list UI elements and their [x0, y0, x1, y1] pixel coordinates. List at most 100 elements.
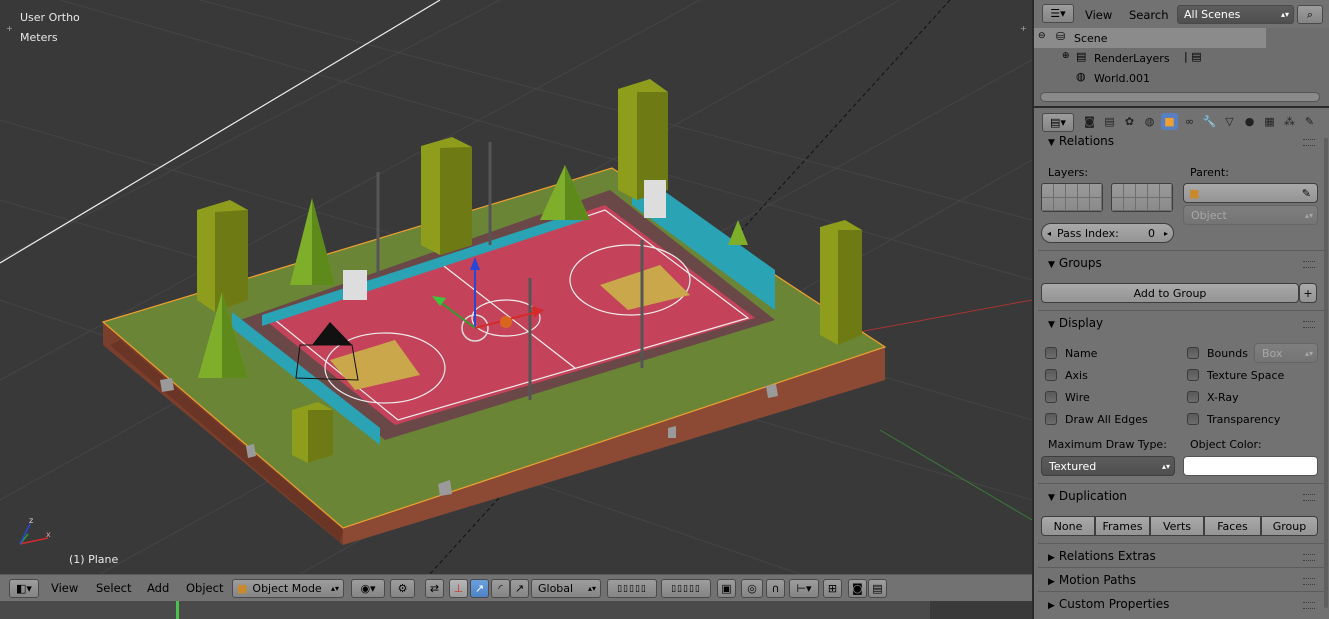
area-splitter[interactable]	[1034, 106, 1329, 108]
bounds-checkbox[interactable]	[1187, 347, 1199, 359]
motion-paths-header[interactable]: ▶ Motion Paths	[1048, 573, 1136, 587]
layers-grid-a[interactable]	[1041, 183, 1103, 212]
layers-grid-b[interactable]	[1111, 183, 1173, 212]
snap-toggle-button[interactable]: ∩	[766, 579, 785, 598]
draw-all-edges-checkbox[interactable]	[1045, 413, 1057, 425]
layer-buttons-2[interactable]: ▯▯▯▯▯	[661, 579, 711, 598]
drag-handle-icon[interactable]	[1303, 139, 1315, 146]
relations-header[interactable]: ▼ Relations	[1048, 134, 1114, 148]
wire-checkbox[interactable]	[1045, 391, 1057, 403]
scene-tab-icon[interactable]: ✿	[1121, 113, 1138, 130]
transform-manipulator-button[interactable]: ↗	[510, 579, 529, 598]
relations-extras-header[interactable]: ▶ Relations Extras	[1048, 549, 1156, 563]
drag-handle-icon[interactable]	[1303, 321, 1315, 328]
physics-tab-icon[interactable]: ✎	[1301, 113, 1318, 130]
menu-select[interactable]: Select	[96, 581, 131, 595]
snap-element-button[interactable]: ⊢▾	[789, 579, 819, 598]
outliner-menu-view[interactable]: View	[1085, 8, 1112, 22]
viewport-shading-button[interactable]: ◉▾	[351, 579, 385, 598]
drag-handle-icon[interactable]	[1303, 578, 1315, 585]
menu-add[interactable]: Add	[147, 581, 169, 595]
object-color-swatch[interactable]	[1183, 456, 1318, 476]
outliner-scrollbar[interactable]	[1040, 92, 1320, 102]
layer-buttons-1[interactable]: ▯▯▯▯▯	[607, 579, 657, 598]
snap-element-icon: ⊢▾	[796, 582, 812, 595]
display-header[interactable]: ▼ Display	[1048, 316, 1103, 330]
constraints-tab-icon[interactable]: ∞	[1181, 113, 1198, 130]
outliner-row-scene[interactable]: ⊖ ⛁ Scene	[1034, 28, 1266, 48]
groups-header[interactable]: ▼ Groups	[1048, 256, 1102, 270]
duplication-none-button[interactable]: None	[1041, 516, 1095, 536]
orientation-selector[interactable]: Global ▴▾	[531, 579, 601, 598]
custom-properties-header[interactable]: ▶ Custom Properties	[1048, 597, 1169, 611]
parent-field[interactable]: ■ ✎	[1183, 183, 1318, 203]
render-animation-button[interactable]: ▤	[868, 579, 887, 598]
pass-index-field[interactable]: ◂ Pass Index: 0 ▸	[1041, 223, 1174, 243]
duplication-faces-button[interactable]: Faces	[1204, 516, 1261, 536]
scale-manipulator-button[interactable]: ◜	[491, 579, 510, 598]
outliner-menu-search[interactable]: Search	[1129, 8, 1169, 22]
axis-checkbox[interactable]	[1045, 369, 1057, 381]
editor-type-button[interactable]: ◧▾	[9, 579, 39, 598]
outliner-search-button[interactable]: ⌕	[1297, 5, 1323, 24]
rotate-manipulator-button[interactable]: ↗	[470, 579, 489, 598]
render-tab-icon[interactable]: ◙	[1081, 113, 1098, 130]
data-tab-icon[interactable]: ▽	[1221, 113, 1238, 130]
duplication-verts-button[interactable]: Verts	[1150, 516, 1204, 536]
scene-filter-dropdown[interactable]: All Scenes ▴▾	[1177, 5, 1294, 24]
outliner-row-world[interactable]: ◍ World.001	[1034, 68, 1329, 88]
toolshelf-toggle-icon[interactable]: +	[6, 24, 13, 33]
x-ray-checkbox[interactable]	[1187, 391, 1199, 403]
add-to-group-button[interactable]: Add to Group	[1041, 283, 1299, 303]
duplication-header[interactable]: ▼ Duplication	[1048, 489, 1127, 503]
duplication-group-button[interactable]: Group	[1261, 516, 1318, 536]
parent-label: Parent:	[1190, 166, 1229, 179]
scene-render[interactable]	[0, 0, 1032, 574]
timeline-strip[interactable]	[0, 601, 1032, 619]
manipulator-toggle-button[interactable]: ⇄	[425, 579, 444, 598]
parent-type-dropdown[interactable]: Object ▴▾	[1183, 205, 1318, 225]
mode-selector[interactable]: ■ Object Mode ▴▾	[232, 579, 344, 598]
pivot-point-button[interactable]: ⚙	[390, 579, 415, 598]
expand-icon[interactable]: ⊕	[1062, 51, 1070, 61]
render-layers-tab-icon[interactable]: ▤	[1101, 113, 1118, 130]
3d-viewport[interactable]: User Ortho Meters (1) Plane x z + +	[0, 0, 1032, 574]
texture-space-checkbox[interactable]	[1187, 369, 1199, 381]
duplication-faces-label: Faces	[1217, 519, 1248, 533]
particles-tab-icon[interactable]: ⁂	[1281, 113, 1298, 130]
name-checkbox[interactable]	[1045, 347, 1057, 359]
material-tab-icon[interactable]: ●	[1241, 113, 1258, 130]
collapse-icon[interactable]: ⊖	[1038, 31, 1046, 41]
menu-object[interactable]: Object	[186, 581, 223, 595]
lock-layers-button[interactable]: ▣	[717, 579, 736, 598]
modifiers-tab-icon[interactable]: 🔧	[1201, 113, 1218, 130]
dropdown-arrow-icon: ▴▾	[1304, 210, 1313, 220]
translate-manipulator-button[interactable]: ⊥	[449, 579, 468, 598]
world-tab-icon[interactable]: ◍	[1141, 113, 1158, 130]
decrement-arrow-icon[interactable]: ◂	[1047, 229, 1051, 238]
object-tab-icon[interactable]: ■	[1161, 113, 1178, 130]
render-button[interactable]: ◙	[848, 579, 867, 598]
drag-handle-icon[interactable]	[1303, 602, 1315, 609]
properties-toggle-icon[interactable]: +	[1020, 24, 1027, 33]
proportional-edit-button[interactable]: ◎	[741, 579, 763, 598]
current-frame-marker[interactable]	[176, 601, 179, 619]
increment-arrow-icon[interactable]: ▸	[1164, 229, 1168, 238]
add-group-plus-button[interactable]: +	[1299, 283, 1317, 303]
transparency-checkbox[interactable]	[1187, 413, 1199, 425]
area-splitter[interactable]	[1032, 0, 1034, 619]
properties-scrollbar[interactable]	[1324, 138, 1328, 608]
bounds-type-dropdown[interactable]: Box ▴▾	[1254, 343, 1318, 363]
eyedropper-icon[interactable]: ✎	[1302, 187, 1311, 200]
texture-tab-icon[interactable]: ▦	[1261, 113, 1278, 130]
menu-view[interactable]: View	[51, 581, 78, 595]
drag-handle-icon[interactable]	[1303, 554, 1315, 561]
outliner-row-renderlayers[interactable]: ⊕ ▤ RenderLayers | ▤	[1034, 48, 1329, 68]
drag-handle-icon[interactable]	[1303, 261, 1315, 268]
snap-target-button[interactable]: ⊞	[823, 579, 842, 598]
duplication-frames-button[interactable]: Frames	[1095, 516, 1150, 536]
drag-handle-icon[interactable]	[1303, 494, 1315, 501]
outliner-editor-type-button[interactable]: ☰▾	[1042, 4, 1074, 23]
max-draw-type-dropdown[interactable]: Textured ▴▾	[1041, 456, 1175, 476]
properties-editor-type-button[interactable]: ▤▾	[1042, 113, 1074, 132]
